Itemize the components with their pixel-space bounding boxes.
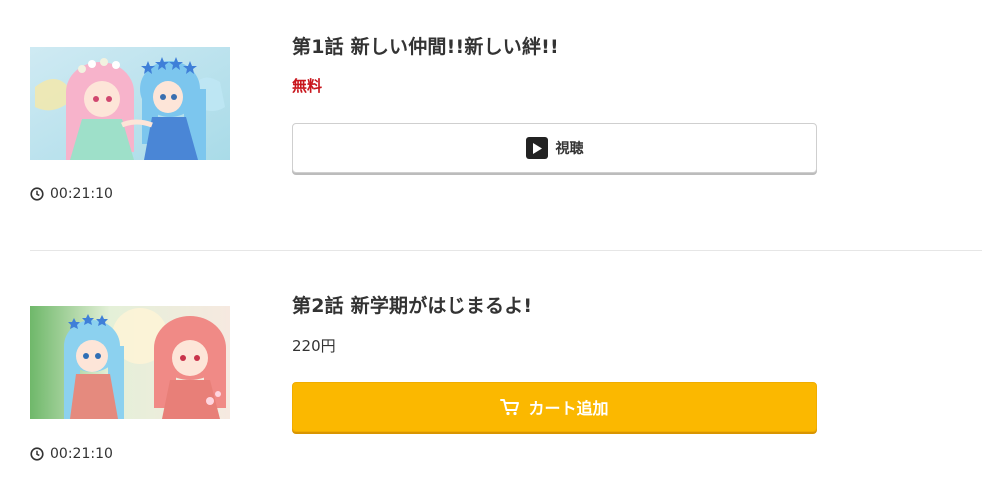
episode-title[interactable]: 第1話 新しい仲間!!新しい絆!! bbox=[292, 32, 559, 59]
episode-price: 220円 bbox=[292, 337, 336, 355]
clock-icon bbox=[30, 447, 44, 461]
add-to-cart-button[interactable]: カート追加 bbox=[292, 382, 817, 432]
episode-thumbnail[interactable] bbox=[30, 47, 230, 160]
thumbnail-image bbox=[30, 306, 230, 419]
play-icon bbox=[525, 137, 548, 159]
episode-item-2: 00:21:10 第2話 新学期がはじまるよ! 220円 カート追加 bbox=[0, 251, 982, 482]
thumbnail-image bbox=[30, 47, 230, 160]
episode-price: 無料 bbox=[292, 77, 323, 95]
duration-text: 00:21:10 bbox=[50, 186, 113, 202]
episode-item-1: 00:21:10 第1話 新しい仲間!!新しい絆!! 無料 視聴 bbox=[0, 0, 982, 250]
duration-text: 00:21:10 bbox=[50, 446, 113, 462]
duration: 00:21:10 bbox=[30, 446, 113, 462]
watch-button-label: 視聴 bbox=[555, 141, 584, 157]
duration: 00:21:10 bbox=[30, 186, 113, 202]
episode-title[interactable]: 第2話 新学期がはじまるよ! bbox=[292, 291, 532, 318]
cart-icon bbox=[500, 399, 520, 416]
add-to-cart-label: カート追加 bbox=[528, 399, 609, 418]
episode-thumbnail[interactable] bbox=[30, 306, 230, 419]
clock-icon bbox=[30, 187, 44, 201]
watch-button[interactable]: 視聴 bbox=[292, 123, 817, 173]
